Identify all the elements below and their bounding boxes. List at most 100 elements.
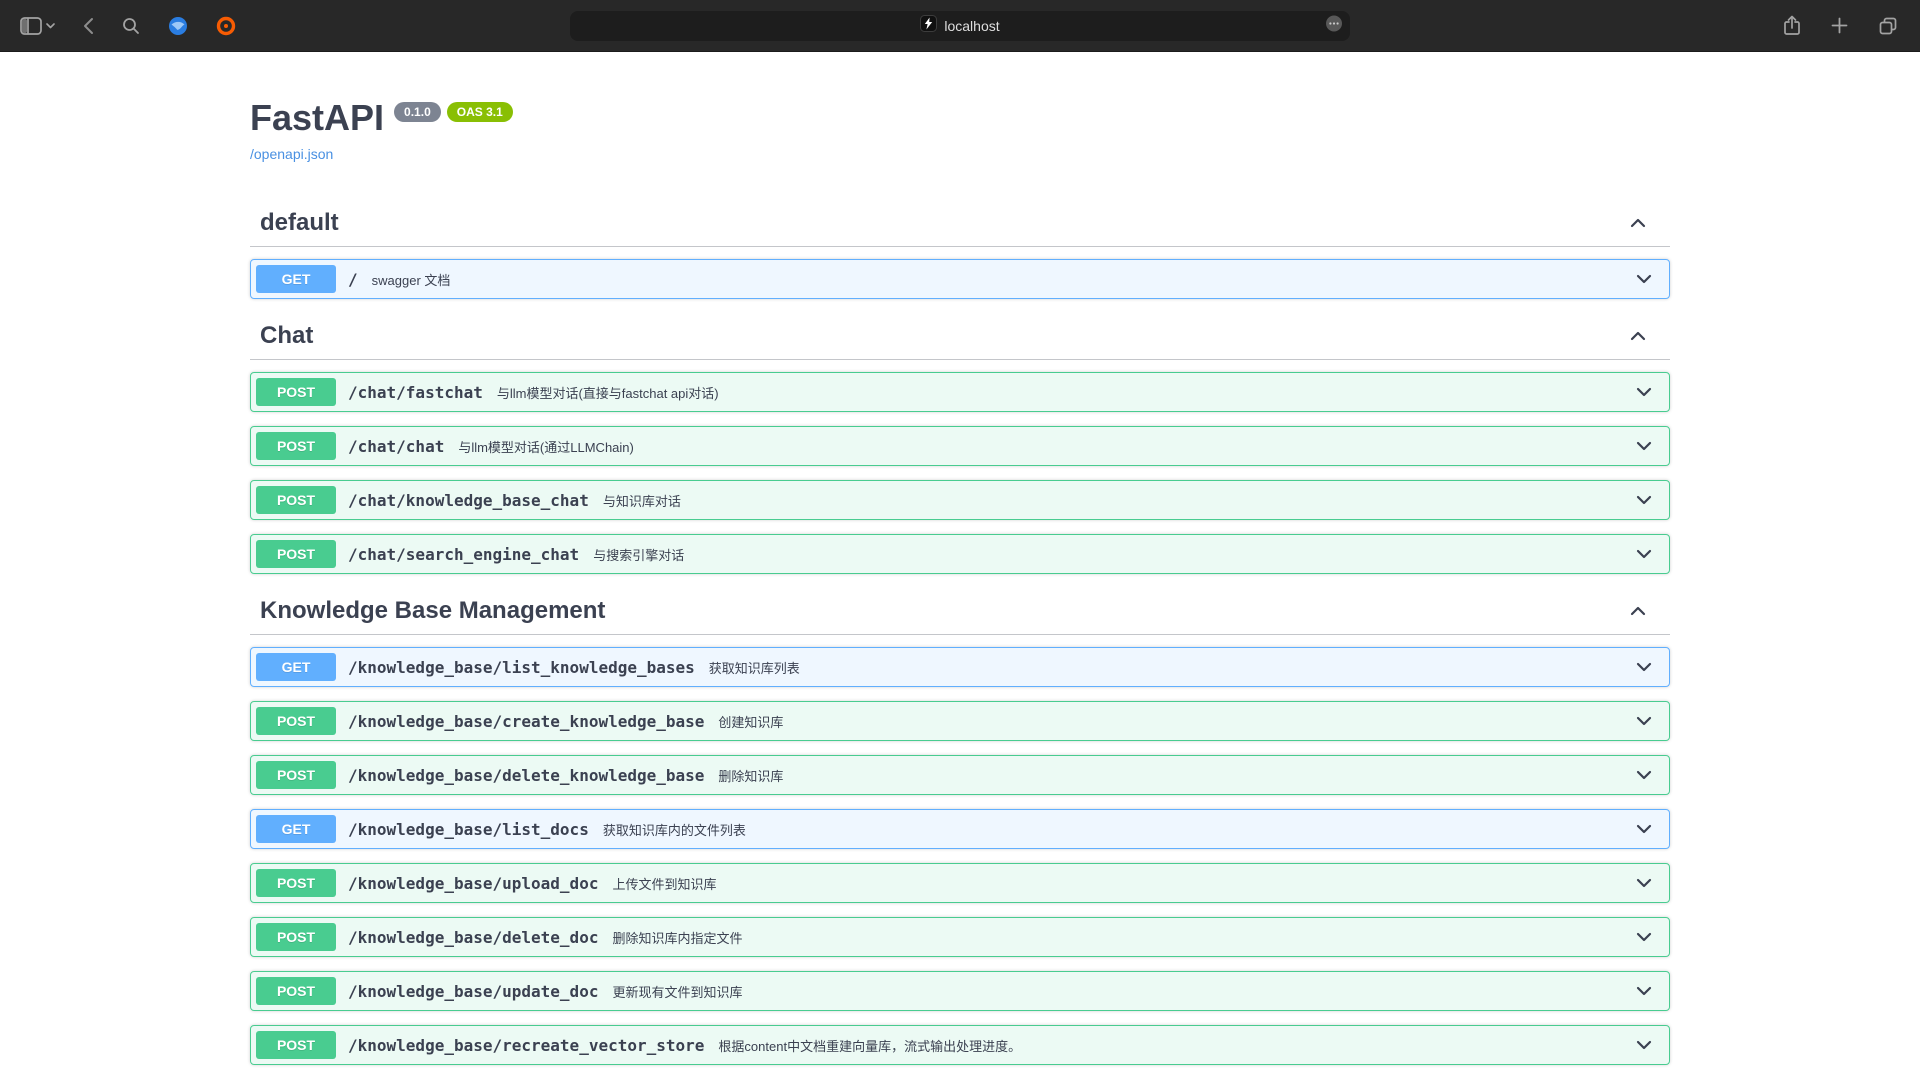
- operation-row[interactable]: GET / swagger 文档: [250, 259, 1670, 299]
- operation-summary[interactable]: POST /knowledge_base/delete_knowledge_ba…: [251, 756, 1669, 794]
- chevron-up-icon: [1630, 604, 1646, 619]
- operation-row[interactable]: POST /knowledge_base/recreate_vector_sto…: [250, 1025, 1670, 1065]
- address-bar[interactable]: localhost: [570, 11, 1350, 41]
- operation-path: /knowledge_base/update_doc: [336, 982, 608, 1001]
- openapi-spec-link[interactable]: /openapi.json: [250, 146, 333, 162]
- collapse-section-button[interactable]: [1626, 212, 1650, 235]
- operation-summary[interactable]: POST /knowledge_base/upload_doc 上传文件到知识库: [251, 864, 1669, 902]
- chevron-up-icon: [1630, 329, 1646, 344]
- operation-path: /knowledge_base/recreate_vector_store: [336, 1036, 714, 1055]
- operation-summary[interactable]: POST /knowledge_base/delete_doc 删除知识库内指定…: [251, 918, 1669, 956]
- thunderbird-extension-button[interactable]: [168, 16, 188, 36]
- chevron-down-icon: [1636, 984, 1652, 999]
- operation-description: 上传文件到知识库: [608, 874, 1624, 893]
- operation-row[interactable]: POST /knowledge_base/update_doc 更新现有文件到知…: [250, 971, 1670, 1011]
- expand-operation-button[interactable]: [1624, 768, 1664, 783]
- operations-list: GET / swagger 文档: [250, 247, 1670, 299]
- operation-row[interactable]: POST /chat/knowledge_base_chat 与知识库对话: [250, 480, 1670, 520]
- operation-description: 更新现有文件到知识库: [608, 982, 1624, 1001]
- expand-operation-button[interactable]: [1624, 547, 1664, 562]
- operation-description: 获取知识库列表: [705, 658, 1624, 677]
- operation-row[interactable]: POST /knowledge_base/create_knowledge_ba…: [250, 701, 1670, 741]
- section-header[interactable]: default: [250, 200, 1670, 247]
- title-badges: 0.1.0 OAS 3.1: [394, 102, 513, 122]
- expand-operation-button[interactable]: [1624, 876, 1664, 891]
- orange-extension-icon: [216, 16, 236, 36]
- expand-operation-button[interactable]: [1624, 822, 1664, 837]
- operation-description: 根据content中文档重建向量库，流式输出处理进度。: [714, 1036, 1624, 1055]
- operation-path: /chat/chat: [336, 437, 454, 456]
- section-header[interactable]: Chat: [250, 313, 1670, 360]
- chevron-down-icon: [1636, 493, 1652, 508]
- new-tab-button[interactable]: [1831, 17, 1848, 34]
- operation-summary[interactable]: POST /chat/chat 与llm模型对话(通过LLMChain): [251, 427, 1669, 465]
- operation-row[interactable]: POST /knowledge_base/delete_knowledge_ba…: [250, 755, 1670, 795]
- chevron-down-icon: [1636, 876, 1652, 891]
- operation-summary[interactable]: POST /chat/knowledge_base_chat 与知识库对话: [251, 481, 1669, 519]
- back-button[interactable]: [83, 17, 94, 35]
- expand-operation-button[interactable]: [1624, 385, 1664, 400]
- method-badge: GET: [256, 653, 336, 681]
- expand-operation-button[interactable]: [1624, 272, 1664, 287]
- orange-extension-button[interactable]: [216, 16, 236, 36]
- sidebar-toggle-icon: [20, 17, 42, 35]
- expand-operation-button[interactable]: [1624, 984, 1664, 999]
- operations-list: GET /knowledge_base/list_knowledge_bases…: [250, 635, 1670, 1065]
- chevron-down-icon: [1636, 768, 1652, 783]
- operation-path: /chat/fastchat: [336, 383, 493, 402]
- operation-path: /knowledge_base/list_knowledge_bases: [336, 658, 705, 677]
- operation-path: /knowledge_base/upload_doc: [336, 874, 608, 893]
- operations-list: POST /chat/fastchat 与llm模型对话(直接与fastchat…: [250, 360, 1670, 574]
- operation-summary[interactable]: POST /chat/search_engine_chat 与搜索引擎对话: [251, 535, 1669, 573]
- collapse-section-button[interactable]: [1626, 325, 1650, 348]
- operation-summary[interactable]: GET / swagger 文档: [251, 260, 1669, 298]
- tab-overview-button[interactable]: [1878, 16, 1898, 36]
- operation-summary[interactable]: POST /knowledge_base/recreate_vector_sto…: [251, 1026, 1669, 1064]
- page-title: FastAPI 0.1.0 OAS 3.1: [250, 98, 1670, 138]
- operation-summary[interactable]: POST /knowledge_base/update_doc 更新现有文件到知…: [251, 972, 1669, 1010]
- expand-operation-button[interactable]: [1624, 493, 1664, 508]
- api-section: Knowledge Base Management GET /knowledge…: [250, 588, 1670, 1065]
- operation-description: 与llm模型对话(直接与fastchat api对话): [493, 383, 1624, 402]
- method-badge: POST: [256, 707, 336, 735]
- sidebar-toggle-button[interactable]: [20, 17, 55, 35]
- operation-summary[interactable]: GET /knowledge_base/list_docs 获取知识库内的文件列…: [251, 810, 1669, 848]
- operation-description: 获取知识库内的文件列表: [599, 820, 1624, 839]
- share-button[interactable]: [1783, 15, 1801, 36]
- operation-row[interactable]: POST /knowledge_base/delete_doc 删除知识库内指定…: [250, 917, 1670, 957]
- operation-description: 删除知识库内指定文件: [608, 928, 1624, 947]
- operation-row[interactable]: POST /chat/fastchat 与llm模型对话(直接与fastchat…: [250, 372, 1670, 412]
- operation-row[interactable]: GET /knowledge_base/list_docs 获取知识库内的文件列…: [250, 809, 1670, 849]
- operation-row[interactable]: POST /chat/chat 与llm模型对话(通过LLMChain): [250, 426, 1670, 466]
- back-icon: [83, 17, 94, 35]
- search-button[interactable]: [122, 17, 140, 35]
- expand-operation-button[interactable]: [1624, 439, 1664, 454]
- operation-description: 与知识库对话: [599, 491, 1624, 510]
- version-badge: 0.1.0: [394, 102, 441, 122]
- chevron-up-icon: [1630, 216, 1646, 231]
- operation-row[interactable]: POST /knowledge_base/upload_doc 上传文件到知识库: [250, 863, 1670, 903]
- expand-operation-button[interactable]: [1624, 1038, 1664, 1053]
- expand-operation-button[interactable]: [1624, 660, 1664, 675]
- operation-row[interactable]: GET /knowledge_base/list_knowledge_bases…: [250, 647, 1670, 687]
- method-badge: POST: [256, 432, 336, 460]
- expand-operation-button[interactable]: [1624, 930, 1664, 945]
- collapse-section-button[interactable]: [1626, 600, 1650, 623]
- operation-description: swagger 文档: [368, 270, 1624, 289]
- method-badge: POST: [256, 1031, 336, 1059]
- toolbar-right-group: [1783, 15, 1920, 36]
- browser-toolbar: localhost: [0, 0, 1920, 52]
- share-icon: [1783, 15, 1801, 36]
- operation-summary[interactable]: POST /knowledge_base/create_knowledge_ba…: [251, 702, 1669, 740]
- page-settings-ellipsis-icon[interactable]: [1325, 14, 1343, 37]
- operation-summary[interactable]: POST /chat/fastchat 与llm模型对话(直接与fastchat…: [251, 373, 1669, 411]
- operation-row[interactable]: POST /chat/search_engine_chat 与搜索引擎对话: [250, 534, 1670, 574]
- url-text: localhost: [944, 18, 999, 34]
- thunderbird-extension-icon: [168, 16, 188, 36]
- api-title-text: FastAPI: [250, 98, 384, 138]
- chevron-down-icon: [1636, 822, 1652, 837]
- operation-summary[interactable]: GET /knowledge_base/list_knowledge_bases…: [251, 648, 1669, 686]
- expand-operation-button[interactable]: [1624, 714, 1664, 729]
- chevron-down-icon: [1636, 272, 1652, 287]
- section-header[interactable]: Knowledge Base Management: [250, 588, 1670, 635]
